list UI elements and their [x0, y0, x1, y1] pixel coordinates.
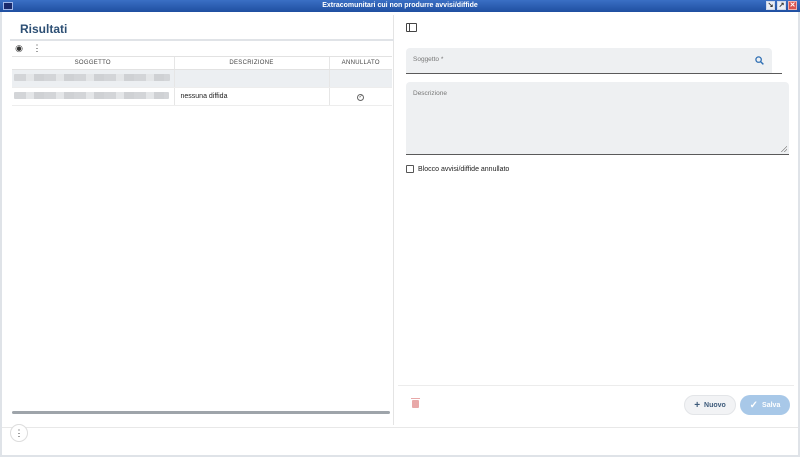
soggetto-label: Soggetto *	[413, 56, 444, 63]
window-controls: ↘ ↗ ✕	[766, 1, 797, 10]
annullato-checkbox-label: Blocco avvisi/diffide annullato	[418, 165, 510, 173]
field-underline	[772, 73, 782, 74]
more-options-button[interactable]: ⋮	[10, 424, 28, 442]
cell-annullato	[328, 69, 392, 88]
descrizione-label: Descrizione	[413, 90, 447, 97]
actions-divider	[398, 385, 794, 386]
descrizione-field[interactable]: Descrizione	[406, 82, 789, 155]
eye-icon[interactable]: ◉	[14, 43, 24, 53]
nuovo-button-label: Nuovo	[704, 401, 726, 409]
table-row[interactable]	[12, 69, 392, 88]
search-icon[interactable]	[755, 56, 764, 68]
maximize-button[interactable]: ↗	[777, 1, 786, 10]
soggetto-field[interactable]: Soggetto *	[406, 48, 772, 74]
more-vert-icon[interactable]: ⋮	[32, 43, 42, 53]
plus-icon: +	[694, 399, 701, 411]
bottom-bar	[2, 427, 798, 455]
results-toolbar: ◉ ⋮	[14, 43, 42, 53]
redacted-text	[14, 74, 170, 81]
detail-panel: Soggetto * Descrizione Blocco avvisi/dif…	[398, 15, 794, 425]
title-divider	[10, 39, 394, 41]
window-title: Extracomunitari cui non produrre avvisi/…	[322, 2, 478, 9]
check-circle-icon: ✓	[357, 93, 365, 101]
cell-soggetto	[12, 69, 174, 88]
salva-button[interactable]: ✓ Salva	[740, 395, 790, 415]
check-icon: ✓	[749, 399, 759, 411]
panel-toggle-icon[interactable]	[406, 23, 417, 32]
window-titlebar: Extracomunitari cui non produrre avvisi/…	[0, 0, 800, 12]
results-title: Risultati	[20, 22, 68, 36]
table-row[interactable]: nessuna diffida ✓	[12, 87, 392, 106]
table-header-row: SOGGETTO DESCRIZIONE ANNULLATO	[12, 56, 392, 70]
trash-icon[interactable]	[411, 398, 420, 408]
cell-descrizione	[173, 69, 329, 88]
main-window: Risultati ◉ ⋮ SOGGETTO DESCRIZIONE ANNUL…	[2, 12, 798, 455]
cell-annullato: ✓	[328, 87, 392, 106]
minimize-button[interactable]: ↘	[766, 1, 775, 10]
column-header-annullato[interactable]: ANNULLATO	[328, 56, 392, 70]
horizontal-scrollbar[interactable]	[12, 411, 390, 414]
resize-grip-icon[interactable]	[781, 146, 787, 152]
salva-button-label: Salva	[762, 401, 781, 409]
app-icon	[3, 2, 13, 10]
annullato-checkbox[interactable]	[406, 165, 414, 173]
nuovo-button[interactable]: + Nuovo	[684, 395, 736, 415]
cell-soggetto	[12, 87, 174, 106]
results-table: SOGGETTO DESCRIZIONE ANNULLATO nessuna d…	[12, 56, 392, 106]
column-header-descrizione[interactable]: DESCRIZIONE	[173, 56, 329, 70]
close-button[interactable]: ✕	[788, 1, 797, 10]
cell-descrizione: nessuna diffida	[173, 87, 329, 106]
results-panel: Risultati ◉ ⋮ SOGGETTO DESCRIZIONE ANNUL…	[10, 15, 394, 425]
annullato-checkbox-row[interactable]: Blocco avvisi/diffide annullato	[406, 165, 509, 173]
column-header-soggetto[interactable]: SOGGETTO	[12, 56, 174, 70]
redacted-text	[14, 92, 169, 99]
